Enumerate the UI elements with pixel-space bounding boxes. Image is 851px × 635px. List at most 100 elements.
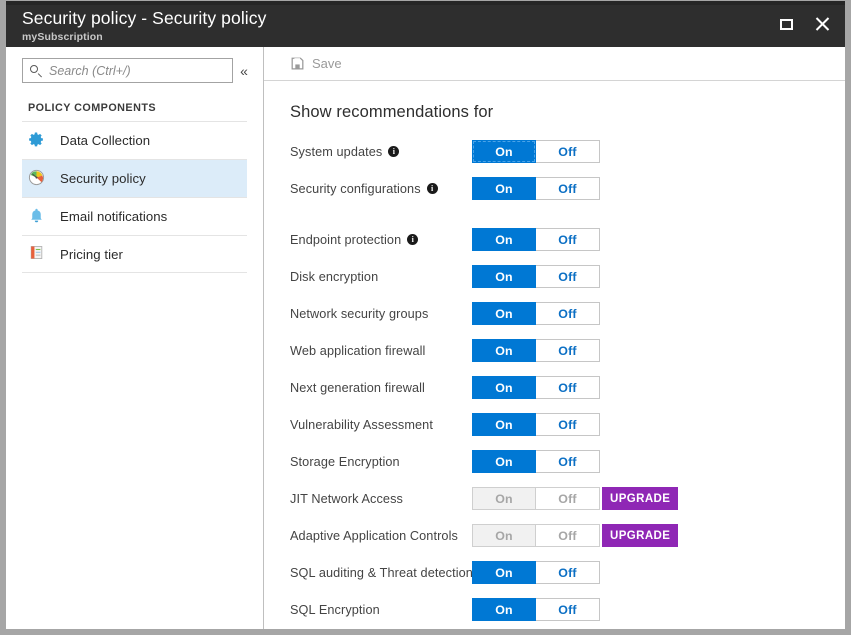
content-pane: Save Show recommendations for System upd… [264, 47, 845, 629]
recommendation-label: Security configurations i [290, 182, 470, 196]
toggle-off-option: Off [536, 524, 600, 547]
command-toolbar: Save [264, 47, 845, 81]
info-icon[interactable]: i [388, 146, 399, 157]
on-off-toggle[interactable]: OnOff [472, 302, 600, 325]
toggle-off-option: Off [536, 487, 600, 510]
on-off-toggle[interactable]: OnOff [472, 450, 600, 473]
save-icon [290, 56, 305, 71]
on-off-toggle[interactable]: OnOff [472, 339, 600, 362]
recommendation-label-text: Adaptive Application Controls [290, 529, 458, 543]
toggle-off-option[interactable]: Off [536, 598, 600, 621]
save-button[interactable]: Save [290, 56, 342, 71]
toggle-on-option[interactable]: On [472, 177, 536, 200]
recommendation-label: Vulnerability Assessment [290, 418, 470, 432]
subscription-label: mySubscription [22, 30, 267, 44]
toggle-on-option[interactable]: On [472, 140, 536, 163]
bell-icon [28, 207, 48, 227]
recommendation-label-text: Next generation firewall [290, 381, 425, 395]
toggle-off-option[interactable]: Off [536, 413, 600, 436]
recommendation-label: JIT Network Access [290, 492, 470, 506]
toggle-off-option[interactable]: Off [536, 450, 600, 473]
on-off-toggle[interactable]: OnOff [472, 598, 600, 621]
recommendation-label-text: Security configurations [290, 182, 421, 196]
sidebar-item-label: Pricing tier [60, 247, 123, 262]
row-spacer [290, 207, 845, 221]
recommendation-label: SQL auditing & Threat detection [290, 566, 470, 580]
recommendation-label: Next generation firewall [290, 381, 470, 395]
toggle-off-option[interactable]: Off [536, 376, 600, 399]
gauge-icon [28, 169, 48, 189]
browser-window: Security policy - Security policy mySubs… [0, 0, 851, 635]
recommendation-row: JIT Network AccessOnOffUPGRADE [290, 480, 845, 517]
search-icon [29, 64, 43, 78]
upgrade-badge[interactable]: UPGRADE [602, 524, 678, 547]
on-off-toggle[interactable]: OnOff [472, 177, 600, 200]
on-off-toggle[interactable]: OnOff [472, 561, 600, 584]
toggle-off-option[interactable]: Off [536, 561, 600, 584]
toggle-on-option[interactable]: On [472, 339, 536, 362]
on-off-toggle: OnOff [472, 524, 600, 547]
recommendation-row: Network security groupsOnOff [290, 295, 845, 332]
toggle-on-option[interactable]: On [472, 228, 536, 251]
recommendation-label-text: System updates [290, 145, 382, 159]
on-off-toggle[interactable]: OnOff [472, 413, 600, 436]
page-title: Security policy - Security policy [22, 7, 267, 29]
recommendation-row: Endpoint protectioniOnOff [290, 221, 845, 258]
search-input[interactable] [49, 64, 226, 78]
toggle-off-option[interactable]: Off [536, 177, 600, 200]
toggle-off-option[interactable]: Off [536, 339, 600, 362]
recommendation-label: SQL Encryption [290, 603, 470, 617]
title-text-block: Security policy - Security policy mySubs… [6, 5, 267, 44]
sidebar: « POLICY COMPONENTS Data Collection [6, 47, 264, 629]
info-icon[interactable]: i [427, 183, 438, 194]
recommendation-label-text: Web application firewall [290, 344, 425, 358]
recommendation-label: Endpoint protectioni [290, 233, 470, 247]
settings-panel: Show recommendations for System updatesi… [264, 81, 845, 629]
sidebar-item-data-collection[interactable]: Data Collection [22, 121, 247, 159]
recommendation-label: Storage Encryption [290, 455, 470, 469]
toggle-on-option[interactable]: On [472, 265, 536, 288]
toggle-off-option[interactable]: Off [536, 265, 600, 288]
toggle-on-option[interactable]: On [472, 376, 536, 399]
toggle-off-option[interactable]: Off [536, 302, 600, 325]
toggle-on-option[interactable]: On [472, 598, 536, 621]
toggle-off-option[interactable]: Off [536, 228, 600, 251]
toggle-on-option[interactable]: On [472, 302, 536, 325]
recommendation-label: Web application firewall [290, 344, 470, 358]
recommendation-row: Web application firewall OnOff [290, 332, 845, 369]
recommendation-row: SQL auditing & Threat detectionOnOff [290, 554, 845, 591]
save-label: Save [312, 56, 342, 71]
on-off-toggle[interactable]: OnOff [472, 265, 600, 288]
recommendation-label-text: Storage Encryption [290, 455, 400, 469]
sidebar-item-security-policy[interactable]: Security policy [22, 159, 247, 197]
recommendation-row: Security configurations i OnOff [290, 170, 845, 207]
sidebar-item-label: Data Collection [60, 133, 150, 148]
maximize-button[interactable] [773, 11, 799, 37]
title-bar: Security policy - Security policy mySubs… [6, 1, 845, 47]
toggle-on-option[interactable]: On [472, 450, 536, 473]
upgrade-badge[interactable]: UPGRADE [602, 487, 678, 510]
on-off-toggle[interactable]: OnOff [472, 228, 600, 251]
search-box[interactable] [22, 58, 233, 83]
toggle-on-option[interactable]: On [472, 561, 536, 584]
recommendation-row: Disk encryption OnOff [290, 258, 845, 295]
close-button[interactable] [809, 11, 835, 37]
sidebar-nav-list: Data Collection Security policy [6, 121, 263, 273]
collapse-sidebar-button[interactable]: « [233, 59, 255, 83]
toggle-on-option[interactable]: On [472, 413, 536, 436]
recommendation-label-text: JIT Network Access [290, 492, 403, 506]
sidebar-item-email-notifications[interactable]: Email notifications [22, 197, 247, 235]
recommendation-label-text: Disk encryption [290, 270, 378, 284]
toggle-off-option[interactable]: Off [536, 140, 600, 163]
on-off-toggle[interactable]: OnOff [472, 376, 600, 399]
sidebar-item-pricing-tier[interactable]: Pricing tier [22, 235, 247, 273]
sidebar-search-row: « [6, 47, 263, 83]
maximize-icon [780, 19, 793, 30]
recommendation-row: Vulnerability AssessmentOnOff [290, 406, 845, 443]
window-body: « POLICY COMPONENTS Data Collection [6, 47, 845, 629]
info-icon[interactable]: i [407, 234, 418, 245]
recommendation-label: Adaptive Application Controls [290, 529, 470, 543]
close-icon [814, 16, 830, 32]
recommendation-row: Adaptive Application Controls OnOffUPGRAD… [290, 517, 845, 554]
on-off-toggle[interactable]: OnOff [472, 140, 600, 163]
